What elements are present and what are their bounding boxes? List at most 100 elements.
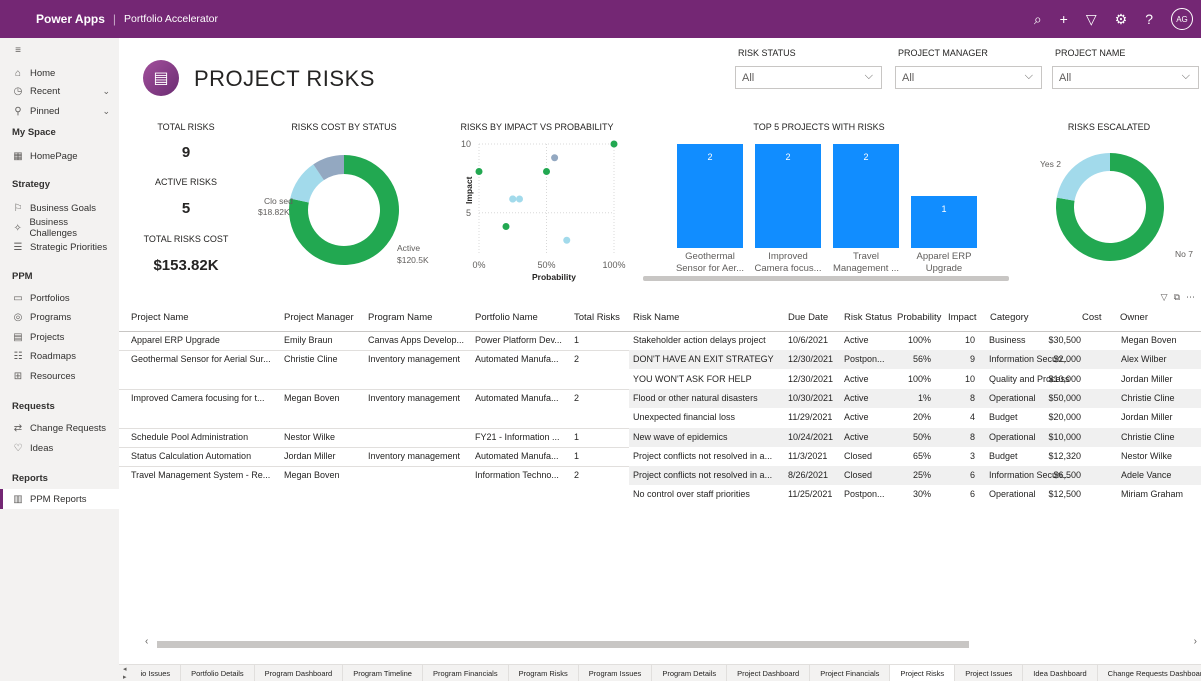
column-header[interactable]: Probability (897, 312, 941, 323)
scatter-point[interactable] (610, 140, 618, 148)
tab-page[interactable]: Project Issues (955, 664, 1024, 681)
tab-page[interactable]: Program Risks (509, 664, 579, 681)
closed-data-label: Clo sed (264, 196, 293, 206)
chart-scrollbar[interactable] (643, 276, 1009, 281)
risks-escalated-chart[interactable]: Yes 2 No 7 (1019, 138, 1201, 278)
table-cell: Jordan Miller (284, 450, 336, 461)
tab-page[interactable]: Portfolio Details (181, 664, 255, 681)
column-header[interactable]: Project Manager (284, 312, 354, 323)
table-cell: Jordan Miller (1121, 373, 1173, 384)
sidebar-item-label: Pinned (30, 105, 60, 117)
donut-slice-yes[interactable] (1056, 153, 1110, 201)
table-cell: Emily Braun (284, 335, 333, 345)
scroll-right-icon[interactable]: › (1194, 636, 1197, 647)
table-row-project-name[interactable]: Schedule Pool Administration (131, 432, 248, 442)
table-cell: Closed (844, 450, 873, 461)
sidebar-item-homepage[interactable]: ▦ HomePage (12, 148, 114, 164)
total-risks-cost-value: $153.82K (153, 257, 219, 274)
sidebar-item-recent[interactable]: ◷ Recent ⌄ (12, 83, 114, 99)
settings-icon[interactable]: ⚙ (1115, 11, 1128, 28)
table-cell: $10,000 (1048, 431, 1081, 442)
top-5-projects-chart[interactable]: 2 GeothermalSensor for Aer... 2 ImprovedCam… (639, 138, 1034, 286)
tab-page[interactable]: Program Dashboard (255, 664, 344, 681)
help-icon[interactable]: ? (1145, 11, 1153, 27)
table-row-project-name[interactable]: Apparel ERP Upgrade (131, 335, 220, 345)
sidebar-item-home[interactable]: ⌂ Home (12, 65, 114, 81)
avatar[interactable]: AG (1171, 8, 1193, 30)
sidebar-item-label: HomePage (30, 150, 78, 162)
project-manager-dropdown[interactable]: All ⌵ (895, 66, 1042, 89)
risks-impact-probability-chart[interactable]: 5100% 50% 100% Impact Probability (444, 138, 634, 286)
tab-page[interactable]: Program Issues (579, 664, 653, 681)
power-apps-brand[interactable]: Power Apps (36, 12, 105, 26)
tab-page[interactable]: Project Financials (810, 664, 891, 681)
hamburger-menu-button[interactable]: ≡ (12, 42, 114, 58)
tab-page[interactable]: Program Timeline (343, 664, 423, 681)
column-header[interactable]: Risk Name (633, 312, 679, 323)
search-icon[interactable]: ⌕ (1034, 11, 1042, 28)
scatter-point[interactable] (551, 154, 559, 162)
tab-page[interactable]: Program Details (652, 664, 728, 681)
table-row-project-name[interactable]: Status Calculation Automation (131, 451, 251, 461)
column-header[interactable]: Total Risks (574, 312, 620, 323)
sidebar-item-label: Ideas (30, 442, 54, 454)
scroll-left-icon[interactable]: ‹ (145, 636, 148, 647)
focus-mode-icon[interactable]: ⧉ (1174, 292, 1180, 303)
scrollbar-thumb[interactable] (157, 641, 969, 648)
table-row-project-name[interactable]: Geothermal Sensor for Aerial Sur... (131, 354, 271, 364)
dropdown-value: All (1059, 72, 1072, 84)
add-icon[interactable]: + (1060, 11, 1068, 27)
sidebar-item-resources[interactable]: ⊞ Resources (12, 368, 114, 384)
resources-icon: ⊞ (13, 370, 23, 382)
tabs-scroll-left-icon[interactable]: ◂ ▸ (119, 665, 131, 681)
column-header[interactable]: Cost (1082, 312, 1102, 323)
scatter-point[interactable] (475, 168, 483, 175)
tab-page[interactable]: Program Financials (423, 664, 509, 681)
active-risks-value: 5 (181, 200, 191, 217)
sidebar-item-projects[interactable]: ▤ Projects (12, 329, 114, 345)
filter-icon[interactable]: ▽ (1161, 292, 1168, 303)
table-row-project-name[interactable]: Travel Management System - Re... (131, 470, 270, 480)
more-options-icon[interactable]: ⋯ (1186, 292, 1195, 303)
app-name[interactable]: Portfolio Accelerator (124, 13, 218, 25)
column-header[interactable]: Program Name (368, 312, 432, 323)
tab-page[interactable]: Idea Dashboard (1023, 664, 1098, 681)
column-header[interactable]: Portfolio Name (475, 312, 538, 323)
table-cell: $12,500 (1048, 489, 1081, 500)
sidebar-item-portfolios[interactable]: ▭ Portfolios (12, 290, 114, 306)
sidebar-item-pinned[interactable]: ⚲ Pinned ⌄ (12, 103, 114, 119)
column-header[interactable]: Category (990, 312, 1029, 323)
chevron-down-icon[interactable]: ⌄ (102, 86, 110, 97)
table-horizontal-scrollbar[interactable]: ‹ › (139, 636, 1197, 648)
risk-status-dropdown[interactable]: All ⌵ (735, 66, 882, 89)
column-header[interactable]: Impact (948, 312, 977, 323)
tab-page[interactable]: io Issues (131, 664, 182, 681)
sidebar-item-ideas[interactable]: ♡ Ideas (12, 440, 114, 456)
row-separator (119, 388, 629, 390)
scatter-point[interactable] (516, 195, 523, 203)
column-header[interactable]: Due Date (788, 312, 828, 323)
tab-page[interactable]: Project Risks (890, 664, 956, 681)
column-header[interactable]: Project Name (131, 312, 189, 323)
tab-page[interactable]: Project Dashboard (727, 664, 811, 681)
sidebar-item-business-challenges[interactable]: ✧ Business Challenges (12, 217, 114, 239)
filter-icon[interactable]: ▽ (1086, 11, 1097, 28)
sidebar-item-programs[interactable]: ◎ Programs (12, 309, 114, 325)
risks-cost-by-status-chart[interactable]: Clo sed $18.82K Active $120.5K (244, 138, 444, 278)
table-row-project-name[interactable]: Improved Camera focusing for t... (131, 393, 265, 403)
sidebar-item-ppm-reports[interactable]: ▥ PPM Reports (12, 491, 114, 507)
sidebar-item-business-goals[interactable]: ⚐ Business Goals (12, 200, 114, 216)
scatter-point[interactable] (509, 195, 517, 203)
scatter-point[interactable] (502, 223, 510, 230)
column-header[interactable]: Risk Status (844, 312, 892, 323)
sidebar-item-roadmaps[interactable]: ☷ Roadmaps (12, 348, 114, 364)
sidebar-item-change-requests[interactable]: ⇄ Change Requests (12, 420, 114, 436)
tab-page[interactable]: Change Requests Dashboard (1098, 665, 1201, 681)
project-name-dropdown[interactable]: All ⌵ (1052, 66, 1199, 89)
column-header[interactable]: Owner (1120, 312, 1148, 323)
chevron-down-icon[interactable]: ⌄ (102, 106, 110, 117)
scatter-point[interactable] (563, 236, 571, 244)
sidebar-item-strategic-priorities[interactable]: ☰ Strategic Priorities (12, 239, 114, 255)
scatter-point[interactable] (543, 168, 550, 175)
active-risks-label: ACTIVE RISKS (154, 177, 217, 187)
